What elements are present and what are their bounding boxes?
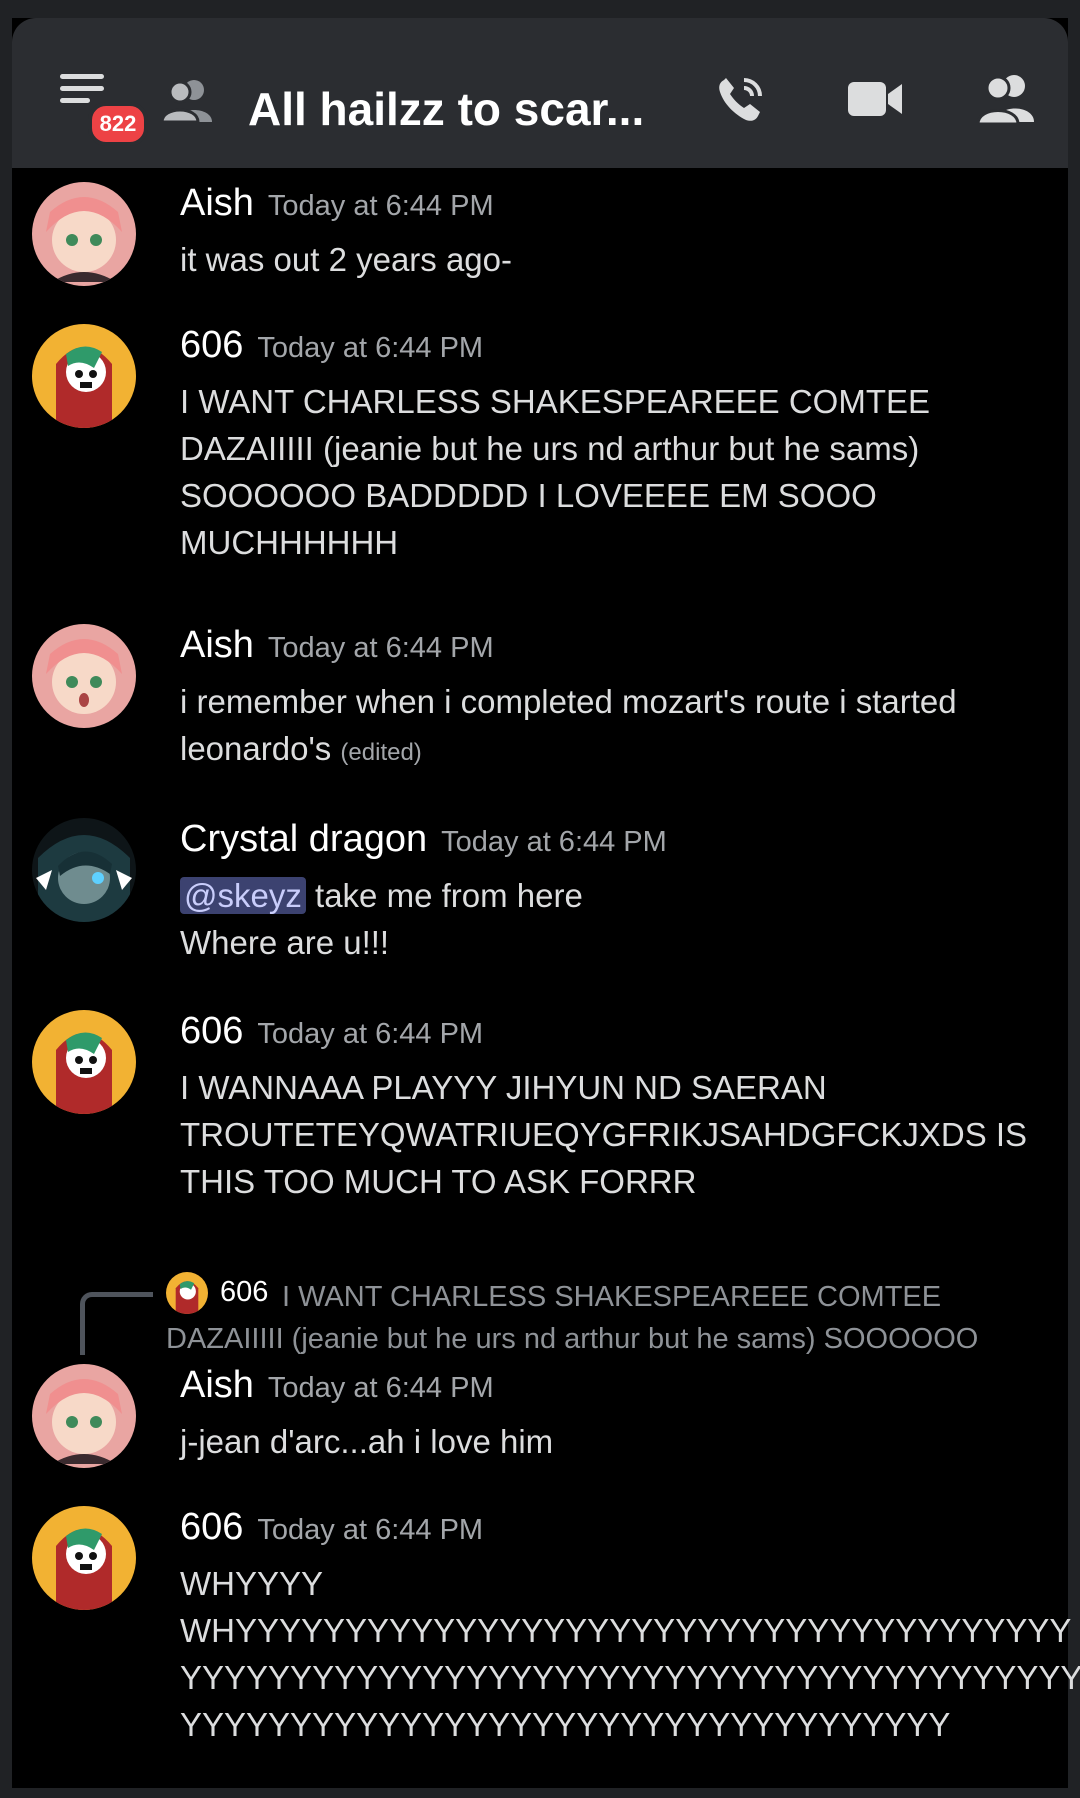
message-line: THIS TOO MUCH TO ASK FORRR xyxy=(180,1163,697,1200)
message-author[interactable]: Aish xyxy=(180,624,254,666)
avatar-606[interactable] xyxy=(32,1506,136,1610)
message-content: I WANNAAA PLAYYY JIHYUN ND SAERAN TROUTE… xyxy=(180,1064,1060,1205)
message-line: SOOOOOO BADDDDD I LOVEEEE EM SOOO xyxy=(180,477,877,514)
group-dm-icon xyxy=(160,80,212,124)
message-timestamp: Today at 6:44 PM xyxy=(257,1018,484,1050)
reply-excerpt: I WANT CHARLESS SHAKESPEAREEE COMTEE DAZ… xyxy=(166,1276,1046,1360)
video-camera-icon[interactable] xyxy=(846,78,904,120)
avatar-606[interactable] xyxy=(32,324,136,428)
message-line: YYYYYYYYYYYYYYYYYYYYYYYYYYYYYYYYYYYYYYYY… xyxy=(180,1659,1080,1696)
message-content: @skeyz take me from here Where are u!!! xyxy=(180,872,1060,966)
message-timestamp: Today at 6:44 PM xyxy=(257,1514,484,1546)
message-line: it was out 2 years ago- xyxy=(180,241,512,278)
message-author[interactable]: 606 xyxy=(180,324,243,366)
reply-preview[interactable]: 606 I WANT CHARLESS SHAKESPEAREEE COMTEE… xyxy=(12,1272,1068,1355)
phone-call-icon[interactable] xyxy=(714,72,768,126)
message-timestamp: Today at 6:44 PM xyxy=(267,1372,494,1404)
message-content: j-jean d'arc...ah i love him xyxy=(180,1418,1060,1465)
message-line: I WANT CHARLESS SHAKESPEAREEE COMTEE xyxy=(180,383,931,420)
channel-header: 822 All hailzz to scar... xyxy=(12,18,1068,168)
message-line: j-jean d'arc...ah i love him xyxy=(180,1423,554,1460)
reply-line: I WANT CHARLESS SHAKESPEAREEE COMTEE xyxy=(282,1281,942,1313)
message-author[interactable]: Crystal dragon xyxy=(180,818,427,860)
message-content: it was out 2 years ago- xyxy=(180,236,1060,283)
message-line: YYYYYYYYYYYYYYYYYYYYYYYYYYYYYYYYYYY xyxy=(180,1706,951,1743)
avatar-aish[interactable] xyxy=(32,624,136,728)
message-line: WHYYYY xyxy=(180,1565,324,1602)
message-line: take me from here xyxy=(315,877,583,914)
user-mention[interactable]: @skeyz xyxy=(180,877,306,914)
message-line: Where are u!!! xyxy=(180,924,390,961)
edited-marker: (edited) xyxy=(340,739,422,766)
message-timestamp: Today at 6:44 PM xyxy=(267,190,494,222)
avatar-aish[interactable] xyxy=(32,1364,136,1468)
notification-badge: 822 xyxy=(88,102,148,146)
message-content: WHYYYY WHYYYYYYYYYYYYYYYYYYYYYYYYYYYYYYY… xyxy=(180,1560,1080,1748)
member-list-icon[interactable] xyxy=(976,72,1036,126)
hamburger-menu-icon[interactable]: 822 xyxy=(60,74,148,146)
frame-edge-right xyxy=(1068,0,1080,1798)
message-line: leonardo's xyxy=(180,730,332,767)
avatar-aish[interactable] xyxy=(32,182,136,286)
message-author[interactable]: 606 xyxy=(180,1506,243,1548)
avatar-606[interactable] xyxy=(32,1010,136,1114)
message-line: WHYYYYYYYYYYYYYYYYYYYYYYYYYYYYYYYYYYYYYY xyxy=(180,1612,1072,1649)
message-timestamp: Today at 6:44 PM xyxy=(441,826,667,858)
reply-line: DAZAIIIII (jeanie but he urs nd arthur b… xyxy=(166,1323,979,1355)
message-line: I WANNAAA PLAYYY JIHYUN ND SAERAN xyxy=(180,1069,827,1106)
message-author[interactable]: 606 xyxy=(180,1010,243,1052)
frame-edge-left xyxy=(0,0,12,1798)
channel-title: All hailzz to scar... xyxy=(248,83,645,135)
message-author[interactable]: Aish xyxy=(180,1364,254,1406)
message-line: DAZAIIIII (jeanie but he urs nd arthur b… xyxy=(180,430,920,467)
avatar-crystal-dragon[interactable] xyxy=(32,818,136,922)
message-line: MUCHHHHHH xyxy=(180,524,399,561)
message-content: i remember when i completed mozart's rou… xyxy=(180,678,1060,776)
message-timestamp: Today at 6:44 PM xyxy=(267,632,494,664)
message-line: i remember when i completed mozart's rou… xyxy=(180,683,957,720)
message-timestamp: Today at 6:44 PM xyxy=(257,332,484,364)
message-line: TROUTETEYQWATRIUEQYGFRIKJSAHDGFCKJXDS IS xyxy=(180,1116,1028,1153)
message-author[interactable]: Aish xyxy=(180,182,254,224)
bottom-edge xyxy=(0,1788,1080,1798)
reply-connector xyxy=(80,1292,153,1355)
status-strip xyxy=(0,0,1080,18)
message-content: I WANT CHARLESS SHAKESPEAREEE COMTEE DAZ… xyxy=(180,378,1060,566)
